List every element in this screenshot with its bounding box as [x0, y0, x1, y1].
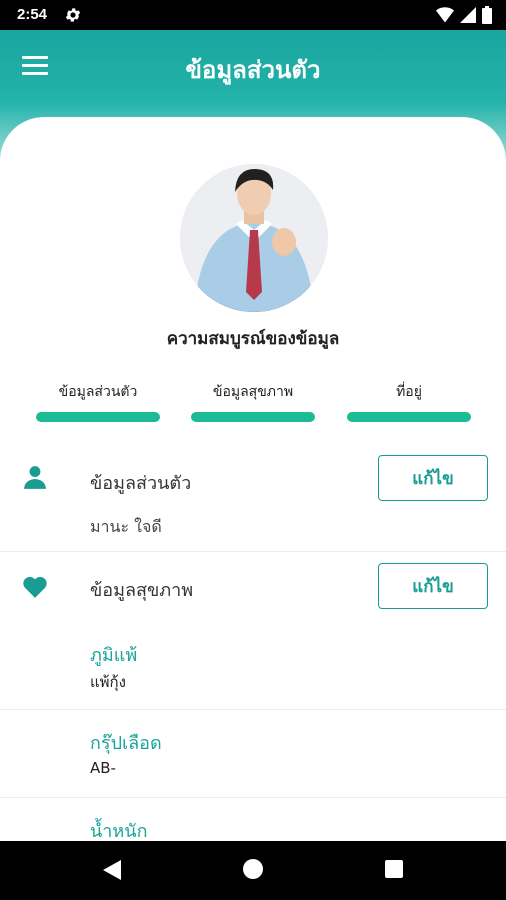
health-info-section: ข้อมูลสุขภาพ แก้ไข ภูมิแพ้ แพ้กุ้ง: [0, 552, 506, 710]
weight-row: น้ำหนัก: [0, 798, 506, 841]
blood-type-row: กรุ๊ปเลือด AB-: [0, 710, 506, 798]
tab-personal-info[interactable]: ข้อมูลส่วนตัว: [36, 381, 160, 422]
battery-icon: [482, 6, 492, 24]
navigation-bar: [0, 841, 506, 900]
tab-label: ข้อมูลสุขภาพ: [212, 384, 294, 400]
wifi-icon: [436, 7, 454, 23]
progress-bar: [347, 412, 471, 422]
person-icon: [24, 466, 46, 489]
weight-label: น้ำหนัก: [90, 821, 148, 841]
home-icon[interactable]: [243, 859, 263, 879]
recent-apps-icon[interactable]: [385, 860, 403, 878]
section-title: ข้อมูลส่วนตัว: [90, 473, 192, 494]
progress-bar: [36, 412, 160, 422]
signal-icon: [460, 7, 476, 23]
blood-type-label: กรุ๊ปเลือด: [90, 733, 162, 754]
completeness-label: ความสมบูรณ์ของข้อมูล: [166, 329, 340, 349]
back-icon[interactable]: [103, 860, 121, 880]
heart-icon: [23, 576, 47, 598]
full-name: มานะ ใจดี: [90, 517, 162, 536]
blood-type-value: AB-: [90, 759, 116, 777]
personal-info-section: ข้อมูลส่วนตัว แก้ไข มานะ ใจดี: [0, 436, 506, 552]
section-title: ข้อมูลสุขภาพ: [90, 580, 194, 601]
edit-health-button[interactable]: แก้ไข: [378, 563, 488, 609]
status-time: 2:54: [17, 6, 48, 23]
edit-personal-button[interactable]: แก้ไข: [378, 455, 488, 501]
allergy-label: ภูมิแพ้: [90, 645, 138, 666]
allergy-value: แพ้กุ้ง: [90, 673, 126, 691]
profile-card: ความสมบูรณ์ของข้อมูล ข้อมูลส่วนตัว ข้อมู…: [0, 117, 506, 841]
page-title: ข้อมูลส่วนตัว: [185, 56, 321, 84]
settings-icon: [65, 8, 81, 22]
avatar: [180, 164, 328, 312]
tab-label: ข้อมูลส่วนตัว: [58, 384, 138, 400]
progress-bar: [191, 412, 315, 422]
tab-health-info[interactable]: ข้อมูลสุขภาพ: [191, 381, 315, 422]
tab-address[interactable]: ที่อยู่: [347, 381, 471, 422]
tab-label: ที่อยู่: [396, 384, 422, 400]
status-bar: 2:54: [0, 0, 506, 30]
status-icons: [436, 6, 492, 24]
